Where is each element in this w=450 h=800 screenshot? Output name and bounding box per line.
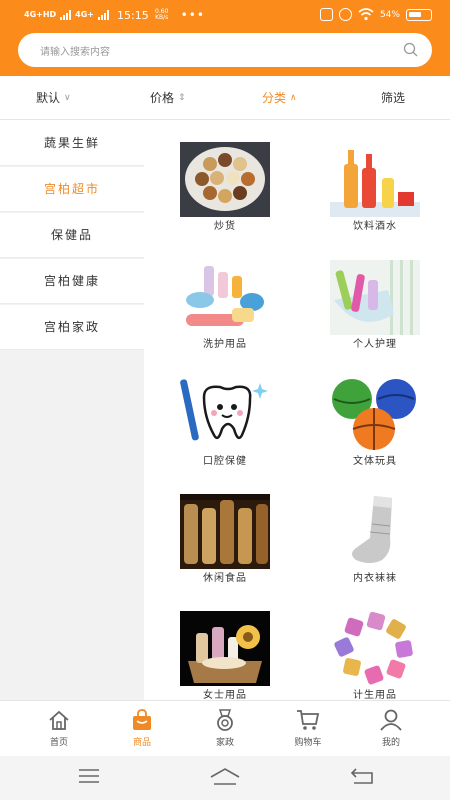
tab-housekeeping-label: 家政 — [215, 738, 234, 748]
product-tile[interactable]: 计生用品 — [315, 611, 435, 700]
tab-profile[interactable]: 我的 — [361, 709, 421, 748]
network-label-1: 4G+HD — [24, 10, 57, 19]
search-input[interactable]: 请输入搜索内容 — [18, 33, 432, 67]
tab-home[interactable]: 首页 — [29, 709, 89, 748]
signal-icon-2 — [98, 10, 110, 20]
chevron-up-icon: ∧ — [290, 92, 297, 103]
filter-category-label: 分类 — [262, 91, 287, 105]
product-tile[interactable]: 口腔保健 — [165, 377, 285, 472]
filter-bar: 默认 ∨ 价格 ⇕ 分类 ∧ 筛选 — [0, 76, 450, 120]
personal-care-image — [330, 260, 420, 335]
menu-icon[interactable] — [78, 768, 100, 784]
home-button-icon[interactable] — [210, 768, 240, 786]
sidebar-item-health-products[interactable]: 保健品 — [0, 213, 144, 258]
drinks-image — [330, 142, 420, 217]
wifi-icon — [358, 8, 374, 21]
tab-products-label: 商品 — [132, 738, 151, 748]
product-tile[interactable]: 女士用品 — [165, 611, 285, 700]
more-notifications-icon: ••• — [180, 8, 205, 22]
filter-default-label: 默认 — [36, 91, 61, 105]
balls-image — [330, 377, 420, 452]
tab-home-label: 首页 — [49, 738, 68, 748]
tab-housekeeping[interactable]: 家政 — [195, 709, 255, 748]
medal-icon — [217, 709, 233, 731]
filter-price[interactable]: 价格 ⇕ — [150, 89, 186, 106]
toiletries-image — [180, 260, 270, 335]
network-speed: 0.60 KB/s — [155, 8, 169, 21]
product-grid: 炒货 饮料酒水 洗护用品 个人护理 口腔保健 文体玩具 休闲食品 内衣袜袜 女士… — [144, 121, 450, 700]
product-label: 洗护用品 — [203, 339, 247, 350]
sidebar-item-health[interactable]: 宫柏健康 — [0, 259, 144, 304]
search-placeholder: 请输入搜索内容 — [40, 47, 110, 58]
nuts-image — [180, 142, 270, 217]
tab-cart-label: 购物车 — [294, 738, 322, 748]
filter-price-label: 价格 — [150, 91, 175, 105]
person-icon — [380, 709, 402, 731]
vibrate-icon — [319, 8, 333, 21]
bottom-tab-bar: 首页 商品 家政 购物车 我的 — [0, 700, 450, 756]
tab-products[interactable]: 商品 — [112, 709, 172, 748]
product-label: 计生用品 — [353, 690, 397, 700]
snacks-image — [180, 494, 270, 569]
sock-image — [330, 494, 420, 569]
filter-screen-label: 筛选 — [381, 91, 406, 105]
category-sidebar: 蔬果生鲜 宫柏超市 保健品 宫柏健康 宫柏家政 — [0, 121, 144, 700]
sidebar-item-supermarket[interactable]: 宫柏超市 — [0, 167, 144, 212]
product-label: 个人护理 — [353, 339, 397, 350]
home-icon — [49, 710, 69, 730]
tab-profile-label: 我的 — [381, 738, 400, 748]
family-planning-image — [330, 611, 420, 686]
product-tile[interactable]: 休闲食品 — [165, 494, 285, 589]
product-tile[interactable]: 炒货 — [165, 142, 285, 237]
product-tile[interactable]: 洗护用品 — [165, 260, 285, 355]
product-label: 饮料酒水 — [353, 221, 397, 232]
product-tile[interactable]: 文体玩具 — [315, 377, 435, 472]
product-label: 炒货 — [214, 221, 236, 232]
signal-icon — [60, 10, 72, 20]
product-label: 女士用品 — [203, 690, 247, 700]
filter-category[interactable]: 分类 ∧ — [262, 89, 297, 106]
network-label-2: 4G+ — [75, 10, 95, 19]
alarm-icon — [338, 8, 352, 21]
battery-percent: 54% — [379, 9, 400, 20]
product-tile[interactable]: 内衣袜袜 — [315, 494, 435, 589]
chevron-down-icon: ∨ — [64, 92, 71, 103]
status-bar: 4G+HD 4G+ 15:15 0.60 KB/s ••• 54% — [0, 0, 450, 30]
product-label: 口腔保健 — [203, 456, 247, 467]
system-nav-bar — [0, 756, 450, 800]
clock: 15:15 — [117, 8, 149, 22]
filter-screen[interactable]: 筛选 — [381, 89, 405, 106]
sort-icon: ⇕ — [178, 92, 186, 103]
tooth-image — [180, 377, 270, 452]
product-label: 休闲食品 — [203, 573, 247, 584]
product-label: 内衣袜袜 — [353, 573, 397, 584]
product-tile[interactable]: 个人护理 — [315, 260, 435, 355]
product-tile[interactable]: 饮料酒水 — [315, 142, 435, 237]
back-icon[interactable] — [350, 768, 374, 784]
sidebar-item-fresh[interactable]: 蔬果生鲜 — [0, 121, 144, 166]
tab-cart[interactable]: 购物车 — [278, 709, 338, 748]
app-screen: 4G+HD 4G+ 15:15 0.60 KB/s ••• 54% 请输入搜索内… — [0, 0, 450, 800]
womens-products-image — [180, 611, 270, 686]
sidebar-item-housekeeping[interactable]: 宫柏家政 — [0, 305, 144, 350]
cart-icon — [297, 710, 320, 730]
search-icon[interactable] — [403, 42, 418, 57]
filter-default[interactable]: 默认 ∨ — [36, 89, 71, 106]
header: 4G+HD 4G+ 15:15 0.60 KB/s ••• 54% 请输入搜索内… — [0, 0, 450, 76]
shopping-bag-icon — [133, 709, 151, 730]
product-label: 文体玩具 — [353, 456, 397, 467]
battery-icon — [406, 8, 432, 21]
